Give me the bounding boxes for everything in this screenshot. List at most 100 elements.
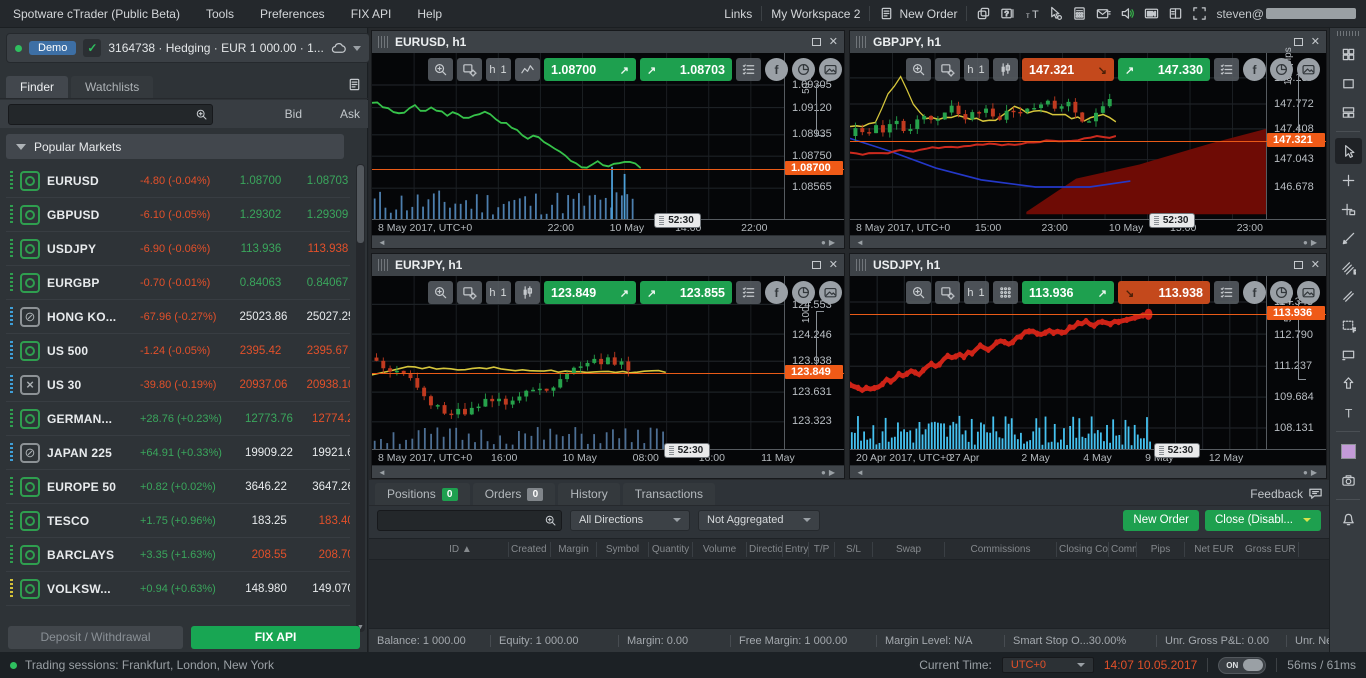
ask-price[interactable]: 3647.26 bbox=[294, 481, 350, 493]
multi-chart-layout-button[interactable] bbox=[1335, 41, 1362, 67]
bid-price[interactable]: 12773.76 bbox=[229, 413, 293, 425]
buy-button[interactable]: 113.938 bbox=[1118, 281, 1210, 304]
drag-handle-icon[interactable] bbox=[10, 511, 13, 531]
symbol-search-input[interactable] bbox=[9, 108, 195, 120]
time-axis[interactable]: 20 Apr 2017, UTC+0 27 Apr 2 May 4 May 9 … bbox=[850, 449, 1326, 465]
chart-scrollbar[interactable]: ◄●▶ bbox=[372, 465, 844, 478]
chartshot-button[interactable] bbox=[819, 281, 842, 304]
column-header[interactable]: Symbol bbox=[597, 542, 649, 557]
menu-item[interactable]: Spotware cTrader (Public Beta) bbox=[0, 7, 193, 21]
sentiment-button[interactable] bbox=[1270, 58, 1293, 81]
chart-scrollbar[interactable]: ◄●▶ bbox=[372, 235, 844, 248]
scroll-left-icon[interactable]: ◄ bbox=[856, 468, 864, 477]
chart-plot-area[interactable]: 114.343 112.790 111.237 109.684 108.131 … bbox=[850, 276, 1326, 449]
watchlist-row[interactable]: JAPAN 225 +64.91 (+0.33%) 19909.22 19921… bbox=[6, 436, 350, 470]
sell-button[interactable]: 113.936 bbox=[1022, 281, 1114, 304]
timezone-select[interactable]: UTC+0 bbox=[1002, 657, 1094, 673]
news-icon[interactable] bbox=[347, 77, 362, 95]
ask-price[interactable]: 183.40 bbox=[294, 515, 350, 527]
chartshot-button[interactable] bbox=[1297, 58, 1320, 81]
watchlist-row[interactable]: EURGBP -0.70 (-0.01%) 0.84063 0.84067 bbox=[6, 266, 350, 300]
buy-button[interactable]: 147.330 bbox=[1118, 58, 1210, 81]
ask-price[interactable]: 20938.10 bbox=[294, 379, 350, 391]
drag-handle-icon[interactable] bbox=[1337, 31, 1359, 36]
column-header[interactable]: T/P bbox=[809, 542, 835, 557]
timeframe-button[interactable]: h 1 bbox=[486, 58, 511, 81]
sentiment-button[interactable] bbox=[792, 281, 815, 304]
maximize-icon[interactable] bbox=[812, 38, 821, 46]
watchlist-row[interactable]: BARCLAYS +3.35 (+1.63%) 208.55 208.70 bbox=[6, 538, 350, 572]
time-axis[interactable]: 8 May 2017, UTC+0 22:00 10 May 14:00 22:… bbox=[372, 219, 844, 235]
fibonacci-tool-button[interactable] bbox=[1335, 312, 1362, 338]
bid-price[interactable]: 3646.22 bbox=[223, 481, 287, 493]
sell-button[interactable]: 123.849 bbox=[544, 281, 636, 304]
sentiment-button[interactable] bbox=[792, 58, 815, 81]
bid-price[interactable]: 2395.42 bbox=[217, 345, 281, 357]
on-toggle[interactable]: ON bbox=[1218, 657, 1266, 674]
chartshot-button[interactable] bbox=[1297, 281, 1320, 304]
timeframe-button[interactable]: h 1 bbox=[964, 58, 989, 81]
bid-price[interactable]: 0.84063 bbox=[217, 277, 281, 289]
watchlist-row[interactable]: USDJPY -6.90 (-0.06%) 113.936 113.938 bbox=[6, 232, 350, 266]
column-header[interactable]: Entry bbox=[783, 542, 809, 557]
tab-finder[interactable]: Finder bbox=[6, 76, 68, 98]
drag-handle-icon[interactable] bbox=[10, 171, 13, 191]
fix-api-button[interactable]: FIX API bbox=[191, 626, 360, 649]
timeframe-button[interactable]: h 1 bbox=[964, 281, 989, 304]
drag-handle-icon[interactable] bbox=[10, 273, 13, 293]
drag-handle-icon[interactable] bbox=[10, 477, 13, 497]
bid-price[interactable]: 208.55 bbox=[223, 549, 287, 561]
ask-price[interactable]: 208.70 bbox=[294, 549, 350, 561]
deposit-withdrawal-button[interactable]: Deposit / Withdrawal bbox=[8, 626, 183, 649]
scroll-left-icon[interactable]: ◄ bbox=[378, 238, 386, 247]
close-all-button[interactable]: Close (Disabl... bbox=[1205, 510, 1321, 531]
column-header[interactable]: Volume bbox=[693, 542, 747, 557]
ask-price[interactable]: 1.29309 bbox=[288, 209, 348, 221]
scroll-left-icon[interactable]: ◄ bbox=[856, 238, 864, 247]
mail-icon[interactable] bbox=[1096, 6, 1111, 21]
bid-price[interactable]: 25023.86 bbox=[223, 311, 287, 323]
scroll-right-icon[interactable]: ●▶ bbox=[1303, 238, 1320, 247]
chart-settings-button[interactable] bbox=[935, 58, 960, 81]
help-icon[interactable] bbox=[1000, 6, 1015, 21]
watchlist-row[interactable]: TESCO +1.75 (+0.96%) 183.25 183.40 bbox=[6, 504, 350, 538]
maximize-icon[interactable] bbox=[812, 261, 821, 269]
menu-item[interactable]: Help bbox=[404, 7, 455, 21]
rectangle-tool-button[interactable] bbox=[1335, 341, 1362, 367]
chart-plot-area[interactable]: 1.09305 1.09120 1.08935 1.08750 1.08565 … bbox=[372, 53, 844, 219]
tab[interactable]: Positions0 bbox=[375, 483, 470, 505]
tab[interactable]: Orders0 bbox=[473, 483, 556, 505]
menu-item[interactable]: Tools bbox=[193, 7, 247, 21]
chart-scrollbar[interactable]: ◄ ●▶ bbox=[850, 235, 1326, 248]
drag-handle-icon[interactable] bbox=[10, 307, 13, 327]
chart-type-button[interactable] bbox=[515, 281, 540, 304]
indicators-button[interactable]: f bbox=[1243, 58, 1266, 81]
workspace-menu[interactable]: My Workspace 2 bbox=[771, 7, 860, 21]
watchlist-row[interactable]: VOLKSW... +0.94 (+0.63%) 148.980 149.070 bbox=[6, 572, 350, 606]
indicators-button[interactable]: f bbox=[765, 281, 788, 304]
ask-price[interactable]: 149.070 bbox=[294, 583, 350, 595]
single-chart-layout-button[interactable] bbox=[1335, 70, 1362, 96]
chart-settings-button[interactable] bbox=[935, 281, 960, 304]
zoom-button[interactable] bbox=[906, 58, 931, 81]
zoom-button[interactable] bbox=[906, 281, 931, 304]
drag-handle-icon[interactable] bbox=[378, 36, 388, 48]
objects-list-button[interactable] bbox=[1214, 281, 1239, 304]
column-header[interactable]: ID ▲ bbox=[413, 542, 509, 557]
indicators-button[interactable]: f bbox=[765, 58, 788, 81]
chart-plot-area[interactable]: 148.137 147.772 147.408 147.043 146.678 … bbox=[850, 53, 1326, 219]
sell-button[interactable]: 1.08700 bbox=[544, 58, 636, 81]
chart-titlebar[interactable]: EURJPY, h1 ✕ bbox=[372, 254, 844, 276]
drag-handle-icon[interactable] bbox=[378, 259, 388, 271]
parallel-lines-tool-button[interactable] bbox=[1335, 283, 1362, 309]
watchlist-row[interactable]: GERMAN... +28.76 (+0.23%) 12773.76 12774… bbox=[6, 402, 350, 436]
ask-price[interactable]: 19921.62 bbox=[300, 447, 350, 459]
drag-handle-icon[interactable] bbox=[10, 341, 13, 361]
alerts-button[interactable] bbox=[1335, 506, 1362, 532]
bid-price[interactable]: 19909.22 bbox=[229, 447, 293, 459]
split-layout-button[interactable] bbox=[1335, 99, 1362, 125]
bid-price[interactable]: 1.08700 bbox=[217, 175, 281, 187]
bid-price[interactable]: 1.29302 bbox=[217, 209, 281, 221]
language-icon[interactable] bbox=[1144, 6, 1159, 21]
new-order-button[interactable]: New Order bbox=[1123, 510, 1199, 531]
